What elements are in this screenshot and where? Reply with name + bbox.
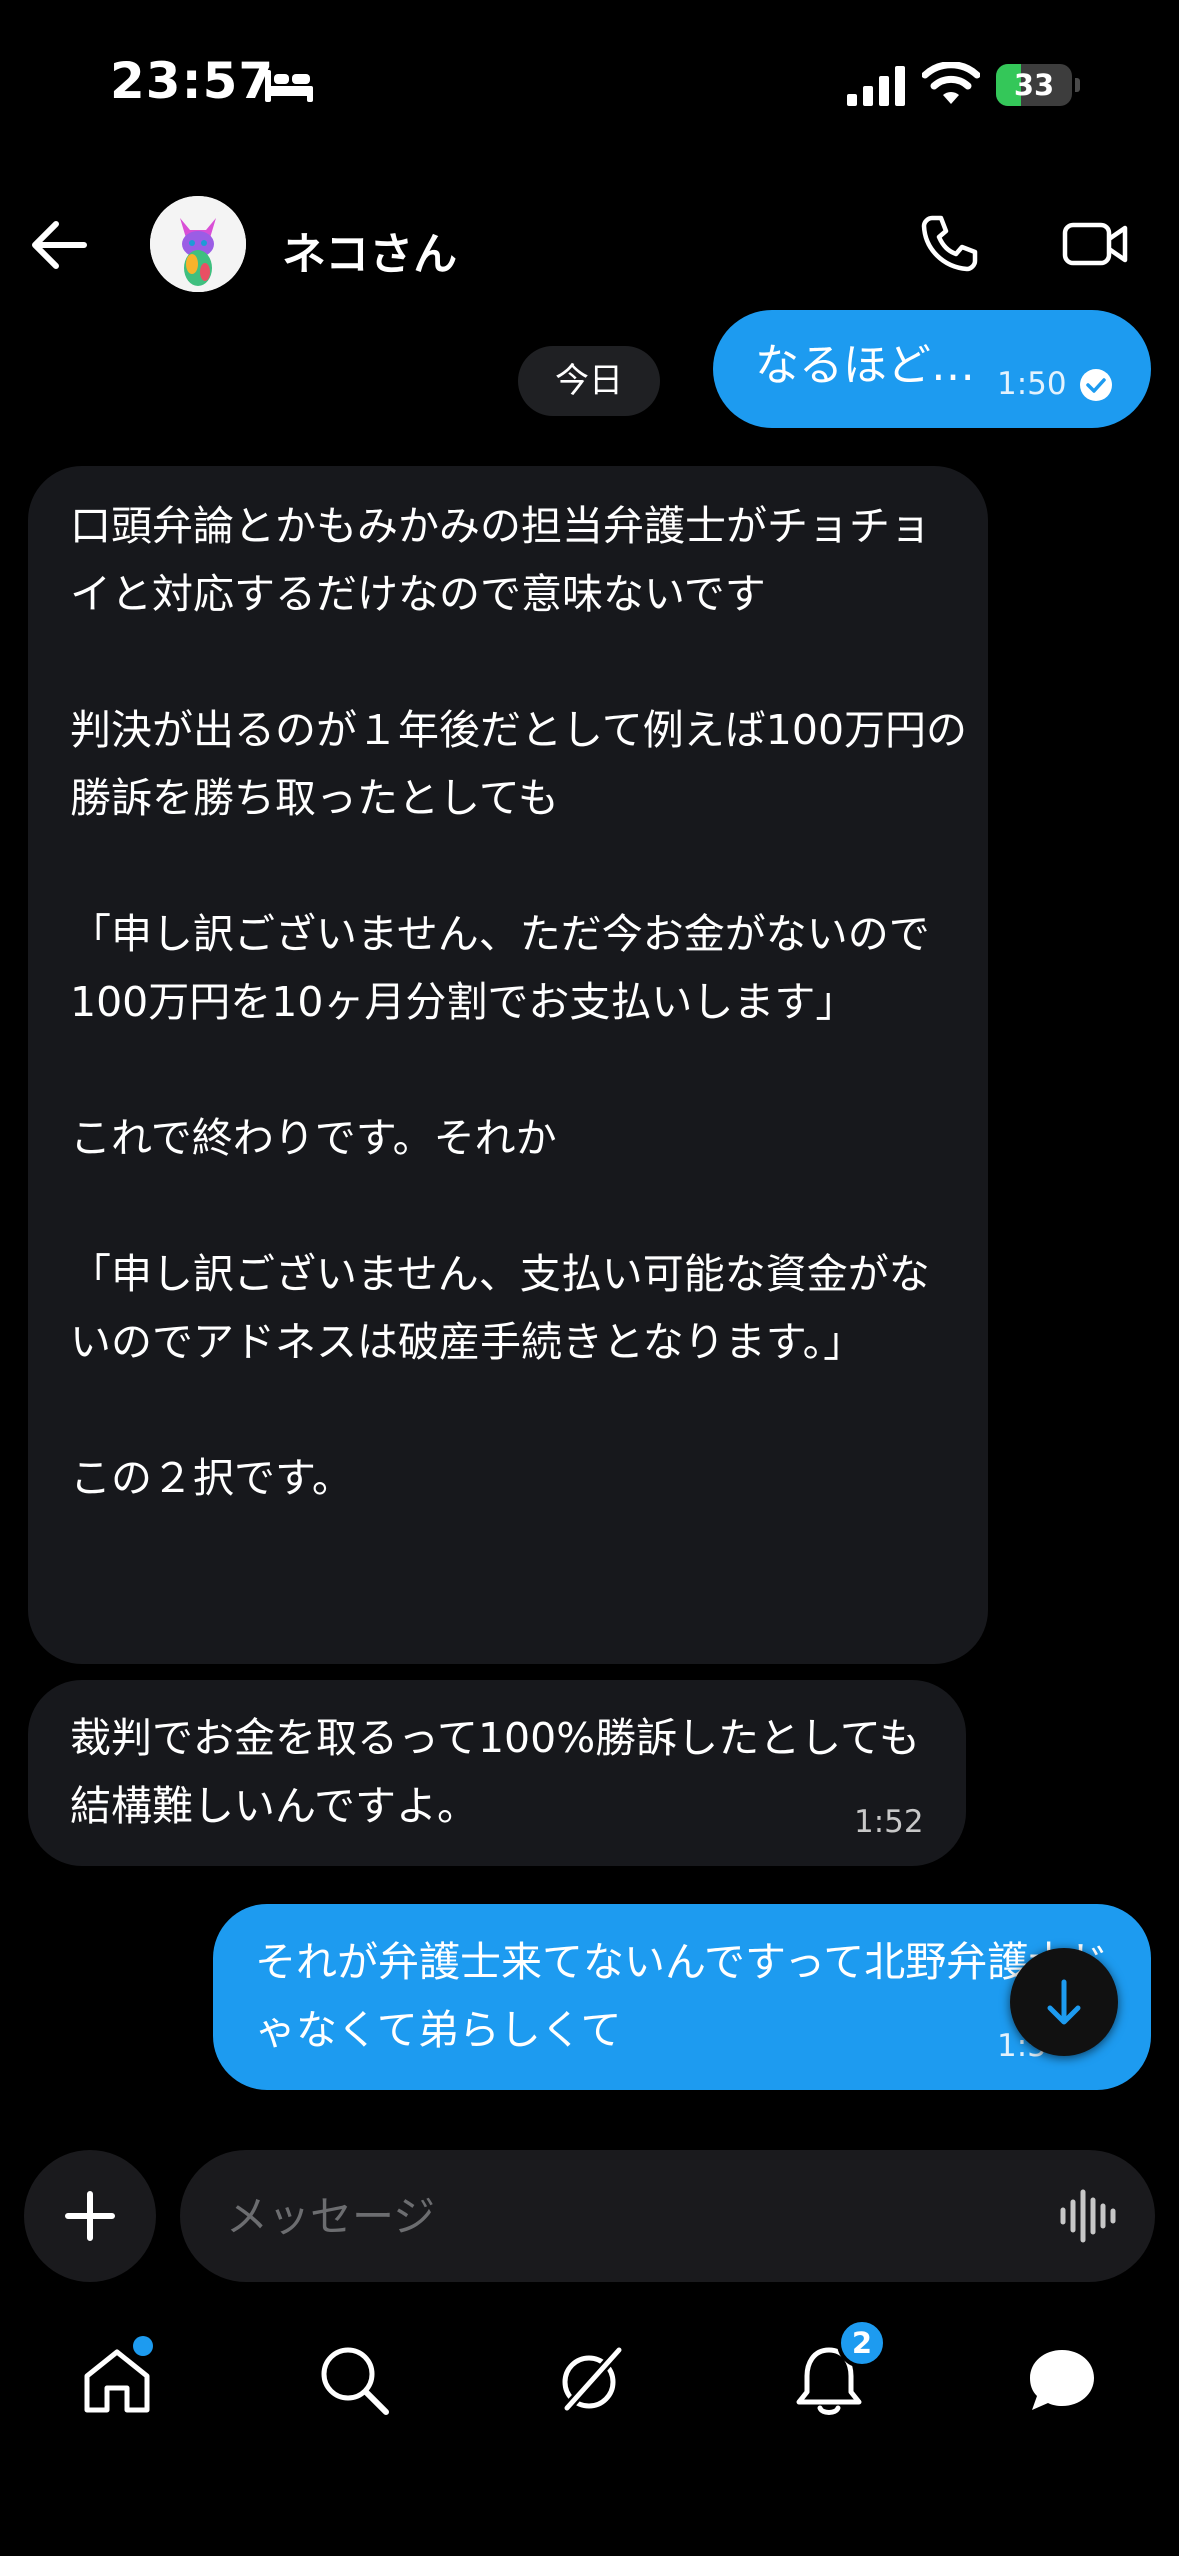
battery-indicator: 33 bbox=[996, 64, 1080, 106]
arrow-down-icon bbox=[1047, 1979, 1081, 2025]
contact-name[interactable]: ネコさん bbox=[282, 218, 457, 282]
bottom-navigation: 2 bbox=[0, 2316, 1179, 2446]
notification-count-badge: 2 bbox=[837, 2318, 887, 2368]
message-input[interactable] bbox=[226, 2180, 1026, 2252]
nav-messages[interactable] bbox=[1022, 2340, 1102, 2420]
incoming-message[interactable]: 裁判でお金を取るって100%勝訴したとしても結構難しいんですよ。 1:52 bbox=[28, 1680, 966, 1866]
message-text: 口頭弁論とかもみかみの担当弁護士がチョチョイと対応するだけなので意味ないです 判… bbox=[70, 502, 968, 1502]
plus-icon bbox=[65, 2191, 115, 2241]
home-notification-dot bbox=[133, 2336, 153, 2356]
nav-grok[interactable] bbox=[551, 2340, 631, 2420]
grok-icon bbox=[562, 2346, 623, 2412]
bed-icon bbox=[265, 70, 313, 102]
voice-wave-icon[interactable] bbox=[1058, 2186, 1120, 2246]
wifi-icon bbox=[922, 62, 980, 104]
message-time: 1:50 bbox=[997, 366, 1067, 402]
message-input-container bbox=[180, 2150, 1155, 2282]
add-attachment-button[interactable] bbox=[24, 2150, 156, 2282]
message-text: なるほど… bbox=[755, 340, 975, 391]
incoming-message[interactable]: 口頭弁論とかもみかみの担当弁護士がチョチョイと対応するだけなので意味ないです 判… bbox=[28, 466, 988, 1664]
message-text: 裁判でお金を取るって100%勝訴したとしても結構難しいんですよ。 bbox=[70, 1714, 920, 1830]
status-time: 23:57 bbox=[110, 52, 275, 110]
nav-notifications[interactable]: 2 bbox=[789, 2318, 887, 2420]
arrow-left-icon[interactable] bbox=[30, 220, 88, 270]
cat-avatar-image bbox=[150, 196, 246, 292]
video-camera-icon[interactable] bbox=[1062, 216, 1128, 272]
chat-header: ネコさん bbox=[0, 190, 1179, 300]
avatar[interactable] bbox=[150, 196, 246, 292]
phone-icon[interactable] bbox=[918, 212, 980, 274]
status-bar: 23:57 33 bbox=[0, 0, 1179, 170]
battery-level: 33 bbox=[1013, 68, 1055, 102]
outgoing-message[interactable]: なるほど… 1:50 bbox=[713, 310, 1151, 428]
nav-search[interactable] bbox=[314, 2340, 394, 2420]
date-separator: 今日 bbox=[518, 346, 660, 416]
nav-home[interactable] bbox=[77, 2336, 157, 2420]
search-icon bbox=[321, 2347, 389, 2415]
message-time: 1:52 bbox=[854, 1804, 924, 1840]
read-check-icon bbox=[1080, 369, 1112, 401]
cellular-signal-icon bbox=[847, 66, 905, 106]
chat-bubble-icon bbox=[1030, 2350, 1094, 2410]
scroll-to-bottom-button[interactable] bbox=[1010, 1948, 1118, 2056]
